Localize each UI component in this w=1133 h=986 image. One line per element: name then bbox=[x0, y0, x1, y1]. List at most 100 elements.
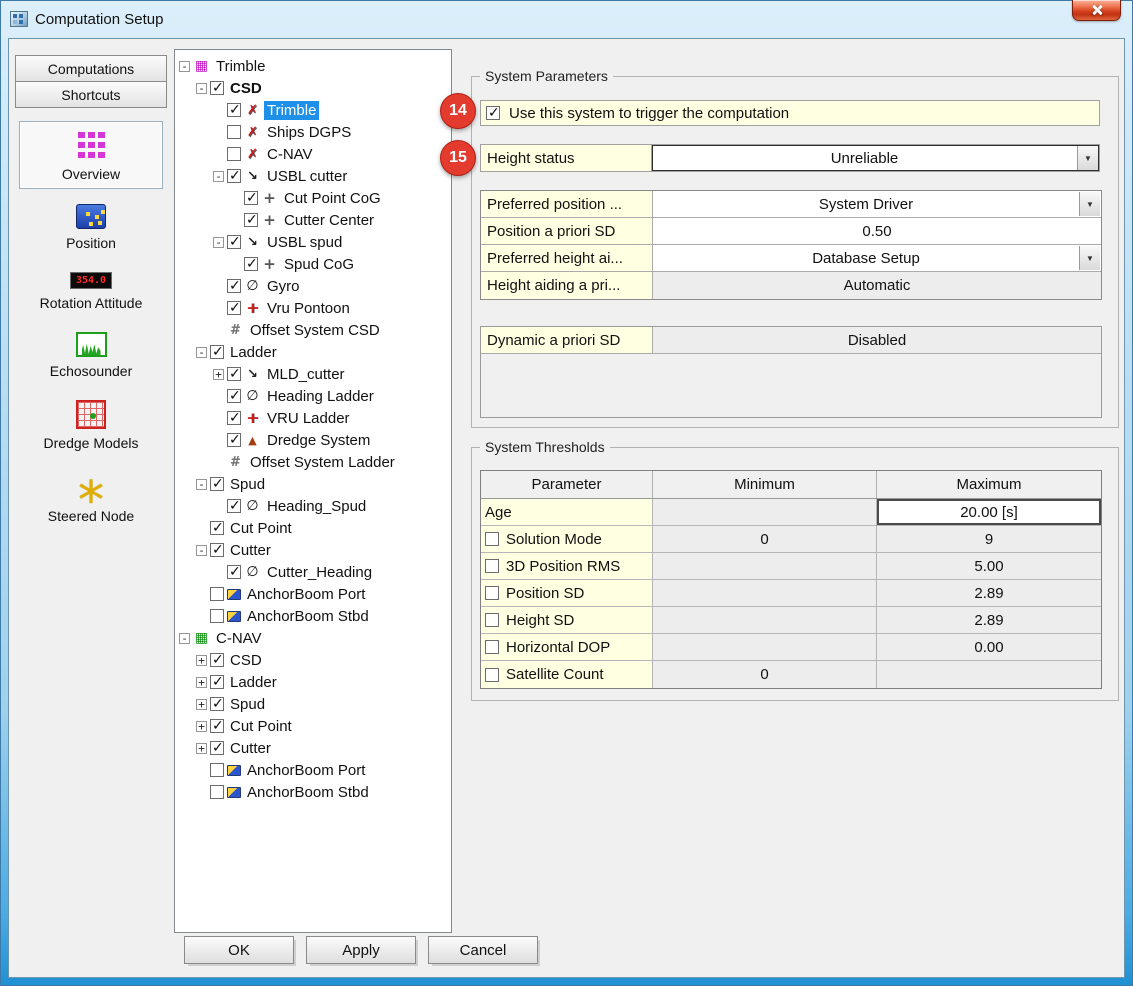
tree-checkbox[interactable] bbox=[227, 565, 241, 579]
tree-item-ladder[interactable]: +Ladder bbox=[175, 671, 451, 693]
tree-checkbox[interactable] bbox=[227, 169, 241, 183]
tree-checkbox[interactable] bbox=[227, 301, 241, 315]
height-status-dropdown[interactable]: Unreliable ▼ bbox=[652, 144, 1100, 172]
trigger-computation-row[interactable]: Use this system to trigger the computati… bbox=[480, 100, 1100, 126]
tree-checkbox[interactable] bbox=[210, 81, 224, 95]
tree-item-spud-cog[interactable]: +Spud CoG bbox=[175, 253, 451, 275]
threshold-checkbox[interactable] bbox=[485, 668, 499, 682]
tree-checkbox[interactable] bbox=[227, 499, 241, 513]
tree-checkbox[interactable] bbox=[210, 345, 224, 359]
param-dropdown-preferred-position[interactable]: System Driver▼ bbox=[653, 191, 1101, 217]
tree-item-trimble[interactable]: ✗Trimble bbox=[175, 99, 451, 121]
tree-item-c-nav[interactable]: ✗C-NAV bbox=[175, 143, 451, 165]
threshold-checkbox[interactable] bbox=[485, 613, 499, 627]
tree-item-spud[interactable]: -Spud bbox=[175, 473, 451, 495]
tree-item-anchorboom-stbd[interactable]: AnchorBoom Stbd bbox=[175, 605, 451, 627]
tree-checkbox[interactable] bbox=[210, 741, 224, 755]
tree-checkbox[interactable] bbox=[210, 697, 224, 711]
dropdown-arrow-icon[interactable]: ▼ bbox=[1077, 146, 1098, 170]
tree-item-heading-spud[interactable]: ∅Heading_Spud bbox=[175, 495, 451, 517]
close-button[interactable] bbox=[1072, 0, 1121, 21]
expander-collapse-icon[interactable]: - bbox=[196, 347, 207, 358]
sidebar-item-dredge-models[interactable]: Dredge Models bbox=[19, 392, 163, 457]
tree-item-csd[interactable]: -CSD bbox=[175, 77, 451, 99]
tree-checkbox[interactable] bbox=[210, 675, 224, 689]
tree-item-cutter[interactable]: +Cutter bbox=[175, 737, 451, 759]
expander-expand-icon[interactable]: + bbox=[196, 677, 207, 688]
tree-item-usbl-cutter[interactable]: -↘USBL cutter bbox=[175, 165, 451, 187]
expander-collapse-icon[interactable]: - bbox=[179, 633, 190, 644]
tree-item-dredge-system[interactable]: ▲Dredge System bbox=[175, 429, 451, 451]
tree-checkbox[interactable] bbox=[244, 213, 258, 227]
threshold-checkbox[interactable] bbox=[485, 532, 499, 546]
tree-item-cutter-center[interactable]: +Cutter Center bbox=[175, 209, 451, 231]
tree-item-ships-dgps[interactable]: ✗Ships DGPS bbox=[175, 121, 451, 143]
sidebar-item-steered-node[interactable]: Steered Node bbox=[19, 464, 163, 530]
expander-expand-icon[interactable]: + bbox=[213, 369, 224, 380]
tree-item-vru-pontoon[interactable]: +Vru Pontoon bbox=[175, 297, 451, 319]
tree-checkbox[interactable] bbox=[227, 235, 241, 249]
tree-checkbox[interactable] bbox=[210, 653, 224, 667]
expander-collapse-icon[interactable]: - bbox=[196, 83, 207, 94]
threshold-max-cell[interactable]: 20.00 [s] bbox=[877, 499, 1101, 525]
threshold-checkbox[interactable] bbox=[485, 586, 499, 600]
tree-checkbox[interactable] bbox=[210, 719, 224, 733]
expander-expand-icon[interactable]: + bbox=[196, 721, 207, 732]
tree-item-cut-point-cog[interactable]: +Cut Point CoG bbox=[175, 187, 451, 209]
dropdown-arrow-icon[interactable]: ▼ bbox=[1079, 192, 1100, 216]
param-dropdown-preferred-height-ai[interactable]: Database Setup▼ bbox=[653, 245, 1101, 271]
tree-item-cutter-heading[interactable]: ∅Cutter_Heading bbox=[175, 561, 451, 583]
cancel-button[interactable]: Cancel bbox=[428, 936, 538, 964]
tree-checkbox[interactable] bbox=[210, 587, 224, 601]
tree-checkbox[interactable] bbox=[210, 521, 224, 535]
expander-collapse-icon[interactable]: - bbox=[213, 237, 224, 248]
dropdown-arrow-icon[interactable]: ▼ bbox=[1079, 246, 1100, 270]
expander-expand-icon[interactable]: + bbox=[196, 655, 207, 666]
threshold-checkbox[interactable] bbox=[485, 640, 499, 654]
expander-expand-icon[interactable]: + bbox=[196, 699, 207, 710]
tree-checkbox[interactable] bbox=[227, 125, 241, 139]
tree-checkbox[interactable] bbox=[227, 147, 241, 161]
tree-item-vru-ladder[interactable]: +VRU Ladder bbox=[175, 407, 451, 429]
tree-item-anchorboom-port[interactable]: AnchorBoom Port bbox=[175, 759, 451, 781]
tree-checkbox[interactable] bbox=[227, 279, 241, 293]
tree-item-offset-system-ladder[interactable]: #Offset System Ladder bbox=[175, 451, 451, 473]
tree-item-ladder[interactable]: -Ladder bbox=[175, 341, 451, 363]
tree-item-mld-cutter[interactable]: +↘MLD_cutter bbox=[175, 363, 451, 385]
tree-checkbox[interactable] bbox=[210, 763, 224, 777]
tree-checkbox[interactable] bbox=[227, 367, 241, 381]
tree-checkbox[interactable] bbox=[210, 785, 224, 799]
tree-checkbox[interactable] bbox=[244, 257, 258, 271]
tree-checkbox[interactable] bbox=[227, 389, 241, 403]
apply-button[interactable]: Apply bbox=[306, 936, 416, 964]
sidebar-tab-shortcuts[interactable]: Shortcuts bbox=[15, 81, 167, 108]
tree-checkbox[interactable] bbox=[210, 609, 224, 623]
expander-expand-icon[interactable]: + bbox=[196, 743, 207, 754]
tree-checkbox[interactable] bbox=[227, 103, 241, 117]
expander-collapse-icon[interactable]: - bbox=[196, 545, 207, 556]
tree-item-cut-point[interactable]: Cut Point bbox=[175, 517, 451, 539]
tree-item-anchorboom-stbd[interactable]: AnchorBoom Stbd bbox=[175, 781, 451, 803]
tree-item-csd[interactable]: +CSD bbox=[175, 649, 451, 671]
expander-collapse-icon[interactable]: - bbox=[196, 479, 207, 490]
tree-item-c-nav[interactable]: -▦C-NAV bbox=[175, 627, 451, 649]
tree-item-spud[interactable]: +Spud bbox=[175, 693, 451, 715]
sidebar-item-echosounder[interactable]: Echosounder bbox=[19, 324, 163, 385]
tree-checkbox[interactable] bbox=[210, 543, 224, 557]
tree-item-heading-ladder[interactable]: ∅Heading Ladder bbox=[175, 385, 451, 407]
ok-button[interactable]: OK bbox=[184, 936, 294, 964]
tree-item-usbl-spud[interactable]: -↘USBL spud bbox=[175, 231, 451, 253]
tree-item-cutter[interactable]: -Cutter bbox=[175, 539, 451, 561]
sidebar-item-overview[interactable]: Overview bbox=[19, 121, 163, 189]
tree-checkbox[interactable] bbox=[227, 411, 241, 425]
sidebar-item-rotation-attitude[interactable]: 354.0Rotation Attitude bbox=[19, 264, 163, 317]
tree-item-offset-system-csd[interactable]: #Offset System CSD bbox=[175, 319, 451, 341]
tree-checkbox[interactable] bbox=[227, 433, 241, 447]
sidebar-item-position[interactable]: Position bbox=[19, 196, 163, 257]
tree-item-cut-point[interactable]: +Cut Point bbox=[175, 715, 451, 737]
tree-checkbox[interactable] bbox=[210, 477, 224, 491]
expander-collapse-icon[interactable]: - bbox=[179, 61, 190, 72]
param-edit-position-a-priori-sd[interactable]: 0.50 bbox=[653, 218, 1101, 244]
tree-item-trimble[interactable]: -▦Trimble bbox=[175, 55, 451, 77]
threshold-checkbox[interactable] bbox=[485, 559, 499, 573]
